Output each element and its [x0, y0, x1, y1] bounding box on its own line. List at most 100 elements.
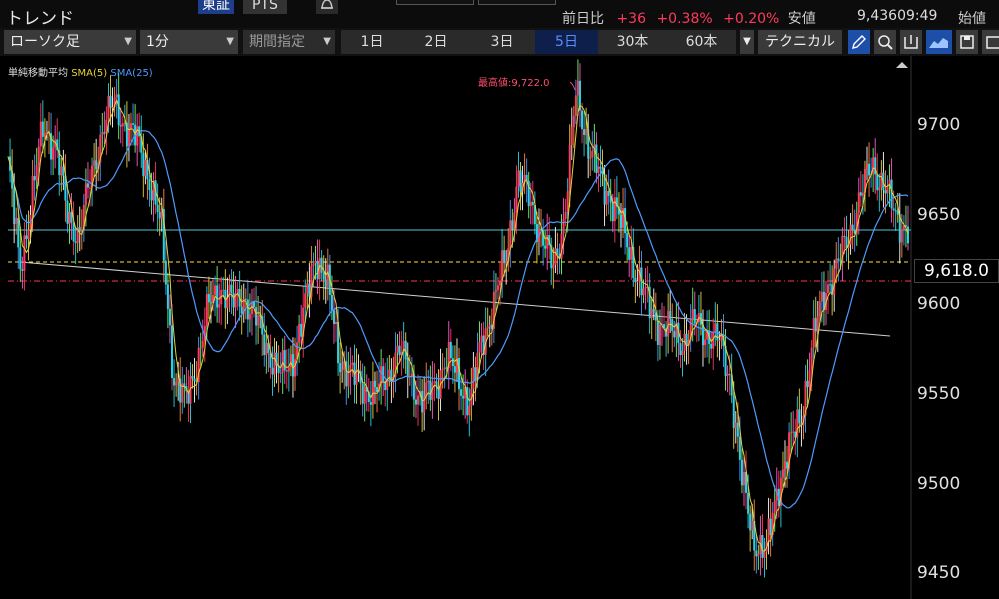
- candle-body: [786, 461, 789, 469]
- window-icon[interactable]: [982, 30, 999, 54]
- candle-body: [812, 318, 815, 348]
- period-select[interactable]: 期間指定 ▼: [243, 30, 335, 54]
- candle-body: [562, 218, 565, 234]
- candle-body: [462, 395, 465, 399]
- candle-body: [599, 166, 602, 169]
- area-chart-icon[interactable]: [926, 30, 952, 54]
- candle-body: [23, 235, 26, 271]
- interval-select[interactable]: 1分 ▼: [140, 30, 238, 54]
- candle-body: [751, 520, 754, 531]
- candle-body: [460, 389, 463, 396]
- candle-body: [441, 369, 444, 371]
- candle-body: [738, 436, 741, 460]
- candle-body: [820, 291, 823, 302]
- candle-body: [312, 263, 315, 267]
- open-label: 始値: [958, 11, 986, 27]
- collapse-arrow-icon[interactable]: [896, 62, 908, 68]
- indicator-legend: 単純移動平均 SMA(5) SMA(25): [8, 64, 153, 79]
- pencil-icon[interactable]: [848, 30, 870, 54]
- candle-body: [693, 309, 696, 324]
- candle-body: [556, 248, 559, 254]
- range-tab-1d[interactable]: 1日: [341, 30, 403, 54]
- candle-body: [25, 235, 28, 240]
- candle-body: [480, 335, 483, 342]
- candle-body: [351, 362, 354, 366]
- trendline[interactable]: [19, 261, 891, 337]
- candle-body: [361, 383, 364, 404]
- candle-body: [314, 260, 317, 264]
- exchange-tab-tse[interactable]: 東証: [198, 0, 234, 14]
- candle-body: [749, 513, 752, 531]
- chart-toolbar: ローソク足 ▼ 1分 ▼ 期間指定 ▼ 1日 2日 3日 5日 30本 60本 …: [0, 28, 999, 56]
- output-icon[interactable]: [900, 30, 922, 54]
- top-field-2[interactable]: [478, 0, 556, 5]
- candle-body: [320, 257, 323, 273]
- alert-bell-icon[interactable]: [316, 0, 338, 14]
- low-label: 安値: [787, 11, 816, 27]
- candle-body: [818, 301, 821, 317]
- indicator-name: 単純移動平均: [8, 68, 68, 79]
- candle-body: [626, 233, 629, 248]
- zoom-icon[interactable]: [874, 30, 896, 54]
- y-tick-label: 9500: [917, 474, 961, 494]
- range-more-chevron-icon[interactable]: ▼: [740, 30, 754, 54]
- candle-body: [72, 222, 75, 242]
- candle-body: [591, 151, 594, 158]
- range-tab-2d[interactable]: 2日: [403, 30, 469, 54]
- candle-body: [496, 285, 499, 291]
- candle-body: [581, 110, 584, 130]
- sma25-legend: SMA(25): [110, 68, 153, 79]
- exchange-tab-pts[interactable]: PTS: [243, 0, 287, 14]
- candle-body: [781, 469, 784, 478]
- chart-type-select[interactable]: ローソク足 ▼: [4, 30, 136, 54]
- range-tab-3d[interactable]: 3日: [469, 30, 535, 54]
- chevron-down-icon: ▼: [323, 36, 331, 47]
- candle-body: [285, 370, 288, 372]
- candle-body: [298, 323, 301, 343]
- candle-body: [68, 211, 71, 224]
- candle-body: [763, 551, 766, 558]
- chevron-down-icon: ▼: [226, 36, 234, 47]
- candle-body: [142, 152, 145, 177]
- candle-body: [341, 370, 344, 373]
- candle-body: [406, 359, 409, 377]
- range-tab-30[interactable]: 30本: [598, 30, 667, 54]
- top-field-1[interactable]: [396, 0, 474, 5]
- candle-body: [209, 302, 212, 304]
- candle-body: [595, 144, 598, 173]
- candle-body: [769, 518, 772, 536]
- range-tabs: 1日 2日 3日 5日 30本 60本: [341, 30, 736, 54]
- range-tab-5d[interactable]: 5日: [535, 30, 598, 54]
- candle-body: [679, 343, 682, 356]
- candle-body: [230, 284, 233, 293]
- candle-body: [494, 290, 497, 292]
- candle-body: [240, 306, 243, 314]
- candle-body: [568, 145, 571, 192]
- candle-body: [728, 373, 731, 375]
- candle-body: [574, 95, 577, 116]
- range-tab-60[interactable]: 60本: [667, 30, 736, 54]
- candle-body: [205, 294, 208, 326]
- candle-body: [564, 211, 567, 219]
- candle-body: [60, 166, 63, 176]
- candle-body: [84, 183, 87, 205]
- candle-body: [127, 129, 130, 147]
- current-price-tag: 9,618.0: [914, 259, 999, 283]
- save-icon[interactable]: [956, 30, 978, 54]
- candle-body: [681, 350, 684, 356]
- candle-body: [829, 284, 832, 286]
- y-tick-label: 9600: [917, 294, 961, 314]
- candle-body: [191, 376, 194, 379]
- candle-body: [720, 335, 723, 341]
- quote-time: 09:49: [897, 8, 938, 24]
- candle-body: [322, 272, 325, 280]
- candle-body: [857, 192, 860, 214]
- candle-body: [109, 95, 112, 108]
- candle-body: [177, 378, 180, 382]
- price-chart[interactable]: [0, 56, 999, 599]
- candle-body: [798, 409, 801, 424]
- candle-body: [443, 367, 446, 370]
- candle-body: [544, 245, 547, 249]
- technical-button[interactable]: テクニカル: [758, 30, 842, 54]
- candle-body: [611, 202, 614, 222]
